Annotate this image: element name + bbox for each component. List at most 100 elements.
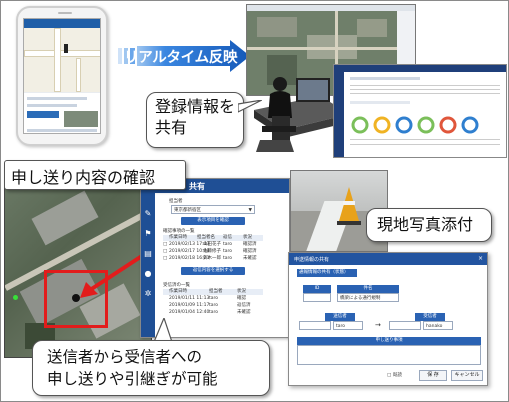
- row-status: 未確認: [243, 256, 257, 261]
- flag-icon[interactable]: ⚑: [143, 229, 153, 239]
- list1-col-status: 状況: [243, 235, 252, 240]
- list1-header-row: 作業日時 担当者名 返信 状況: [163, 235, 263, 241]
- share-callout: 登録情報を 共有: [146, 92, 244, 148]
- subject-label: 件名: [337, 285, 399, 293]
- handover-app-window: 共有 ✎ ⚑ ▤ ● ✲ 担当者 東京都新宿区 ▼ 表示項目を確認 確認事項の一…: [140, 178, 290, 338]
- row-date: 2019/01/09 11:17: [169, 303, 210, 308]
- table-row[interactable]: 2019/01/11 11:13 taro 確認: [163, 296, 263, 302]
- handover-callout-text: 送信者から受信者への 申し送りや引継ぎが可能: [47, 348, 218, 388]
- row-date: 2019/01/11 11:13: [169, 296, 210, 301]
- map-toolbar: [247, 5, 415, 11]
- phone-list: [24, 93, 100, 133]
- id-label: ID: [303, 285, 331, 293]
- app-side-nav: [334, 72, 344, 157]
- read-checkbox-label: 既読: [393, 373, 402, 378]
- share-callout-tail: [238, 100, 262, 113]
- table-row[interactable]: □ 2019/02/13 17:03 山田花子 taro 確認済: [163, 242, 263, 248]
- message-label: 申し送り事項: [297, 337, 481, 345]
- phone-action-button[interactable]: [27, 111, 59, 118]
- list1-col-name: 担当者名: [197, 235, 215, 240]
- receiver-label: 受信者: [415, 313, 445, 321]
- app-gauges: [350, 116, 500, 145]
- checkbox[interactable]: □: [163, 242, 167, 247]
- list1-col-reply: 返信: [223, 235, 232, 240]
- dialog-title: 申送情報の共有: [289, 253, 487, 265]
- row-name: taro: [209, 310, 219, 315]
- smartphone: [16, 6, 108, 146]
- row-status: 確認: [237, 296, 246, 301]
- document-icon[interactable]: ▤: [143, 249, 153, 259]
- map-pin-icon: [64, 44, 68, 53]
- monitor-app-window: [333, 64, 507, 158]
- close-icon[interactable]: ×: [478, 255, 483, 262]
- chevron-down-icon: ▼: [248, 208, 252, 213]
- sender-label: 送信者: [325, 313, 355, 321]
- search-button[interactable]: 表示項目を確認: [181, 217, 245, 225]
- checkbox[interactable]: □: [163, 256, 167, 261]
- dialog-section-label: 通報情報の共有（状態）: [299, 270, 349, 275]
- list2-header-row: 作業日時 担当者 状況: [163, 289, 263, 295]
- handover-side-nav: ✎ ⚑ ▤ ● ✲: [141, 193, 155, 337]
- table-row[interactable]: 2019/01/04 12:40 taro 未確認: [163, 310, 263, 316]
- list2-col-status: 状況: [237, 289, 246, 294]
- sender-select-value: 東京都新宿区: [174, 208, 201, 213]
- checkbox[interactable]: □: [163, 249, 167, 254]
- list1-title: 確認事項の一覧: [163, 229, 195, 234]
- handover-dialog: 申送情報の共有 × 通報情報の共有（状態） ID 件名 橋梁による通行規制 送信…: [288, 252, 488, 386]
- gear-icon[interactable]: ✲: [143, 289, 153, 299]
- edit-icon[interactable]: ✎: [143, 209, 153, 219]
- receiver-dept-select[interactable]: [389, 321, 421, 330]
- sender-value: taro: [336, 324, 346, 329]
- row-reply: taro: [223, 242, 233, 247]
- row-name: taro: [209, 303, 219, 308]
- sender-user-select[interactable]: taro: [333, 321, 363, 330]
- list2-col-name: 担当者: [209, 289, 223, 294]
- transfer-arrow-icon: →: [375, 321, 381, 329]
- row-status: 返信済: [237, 303, 251, 308]
- phone-app-header: [24, 19, 100, 28]
- row-reply: taro: [223, 256, 233, 261]
- list2-col-date: 作業日時: [169, 289, 187, 294]
- subject-field[interactable]: 橋梁による通行規制: [337, 293, 399, 302]
- row-name: 佐藤修子: [203, 249, 221, 254]
- select-reply-button[interactable]: 返信内容を選択する: [181, 267, 245, 275]
- handover-callout: 送信者から受信者への 申し送りや引継ぎが可能: [32, 340, 270, 396]
- receiver-user-select[interactable]: hanako: [423, 321, 453, 330]
- photo-callout: 現地写真添付: [366, 208, 492, 242]
- row-name: 鈴木一郎: [203, 256, 221, 261]
- share-callout-text: 登録情報を 共有: [155, 97, 236, 137]
- row-status: 確認済: [243, 242, 257, 247]
- sender-label: 担当者: [169, 199, 183, 204]
- row-name: 山田花子: [203, 242, 221, 247]
- table-row[interactable]: □ 2019/02/17 10:48 佐藤修子 taro 確認済: [163, 249, 263, 255]
- phone-map: [24, 28, 100, 92]
- row-reply: taro: [223, 249, 233, 254]
- user-icon[interactable]: ●: [143, 269, 153, 279]
- sender-select[interactable]: 東京都新宿区 ▼: [171, 205, 255, 214]
- realtime-label: リアルタイム反映: [124, 50, 238, 66]
- receiver-value: hanako: [426, 324, 443, 329]
- save-button[interactable]: 保 存: [419, 370, 447, 381]
- message-textarea[interactable]: [297, 345, 481, 365]
- row-status: 確認済: [243, 249, 257, 254]
- row-status: 未確認: [237, 310, 251, 315]
- map-location-dot: [13, 295, 18, 300]
- row-date: 2019/01/04 12:40: [169, 310, 210, 315]
- traffic-cone-icon: [337, 187, 361, 225]
- map-marker-icon: [72, 294, 80, 302]
- sender-dept-select[interactable]: [299, 321, 331, 330]
- dialog-section-header: 通報情報の共有（状態）: [297, 269, 357, 277]
- subject-value: 橋梁による通行規制: [340, 296, 381, 301]
- cancel-button[interactable]: キャンセル: [451, 370, 483, 381]
- id-field[interactable]: [303, 293, 331, 302]
- phone-speaker: [58, 12, 72, 14]
- check-callout: 申し送り内容の確認: [4, 160, 186, 190]
- table-row[interactable]: □ 2019/02/18 16:23 鈴木一郎 taro 未確認: [163, 256, 263, 262]
- list1-col-date: 作業日時: [169, 235, 187, 240]
- row-name: taro: [209, 296, 219, 301]
- table-row[interactable]: 2019/01/09 11:17 taro 返信済: [163, 303, 263, 309]
- phone-screen: [23, 18, 101, 134]
- app-title-bar: [334, 65, 506, 72]
- list2-title: 受信済の一覧: [163, 283, 190, 288]
- read-checkbox[interactable]: □: [387, 373, 391, 378]
